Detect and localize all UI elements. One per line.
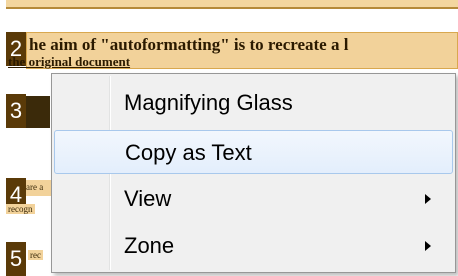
menu-item-label: View <box>124 186 172 211</box>
zone-text-line: he aim of "autoformatting" is to recreat… <box>29 35 349 54</box>
zone-text: rec <box>28 250 43 260</box>
zone-number: 5 <box>6 242 26 276</box>
context-menu: Magnifying Glass Copy as Text View Zone <box>51 73 456 273</box>
zone-number: 3 <box>6 94 26 128</box>
menu-item-magnifying-glass[interactable]: Magnifying Glass <box>54 81 453 125</box>
menu-item-zone[interactable]: Zone <box>54 224 453 268</box>
menu-item-view[interactable]: View <box>54 177 453 221</box>
menu-item-copy-as-text[interactable]: Copy as Text <box>54 130 453 174</box>
menu-item-label: Zone <box>124 233 175 258</box>
menu-item-label: Magnifying Glass <box>124 90 293 115</box>
top-zone-edge <box>6 0 458 9</box>
zone-text: recogn <box>6 204 35 214</box>
zone-2[interactable]: 2 he aim of "autoformatting" is to recre… <box>6 32 458 69</box>
submenu-arrow-icon <box>425 241 431 251</box>
zone-image[interactable] <box>26 96 50 128</box>
zone-text-line: the original document <box>8 54 131 69</box>
menu-item-label: Copy as Text <box>125 140 252 165</box>
zone-text: are a <box>26 182 44 192</box>
submenu-arrow-icon <box>425 194 431 204</box>
